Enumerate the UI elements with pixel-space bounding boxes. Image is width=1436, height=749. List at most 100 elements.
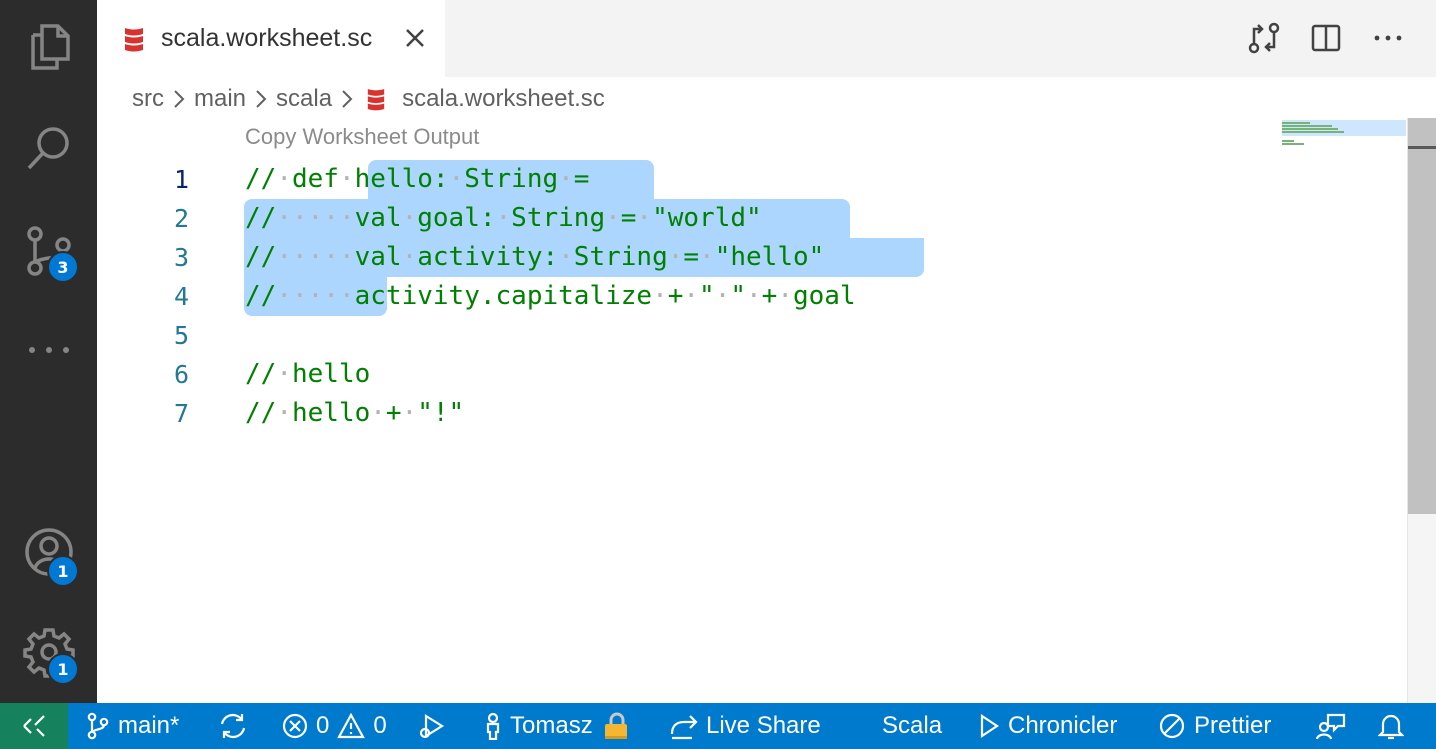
minimap-line: [1282, 143, 1304, 145]
code-editor[interactable]: Copy Worksheet Output 1 //·def·hello:·St…: [97, 118, 1407, 703]
sync-button[interactable]: [218, 703, 248, 749]
code-text: //·····activity.capitalize·+·"·"·+·goal: [245, 281, 856, 311]
open-changes-button[interactable]: [1244, 18, 1284, 58]
minimap-line: [1282, 140, 1294, 142]
breadcrumb-item-src[interactable]: src: [130, 85, 166, 113]
error-count: 0: [316, 712, 330, 739]
search-button[interactable]: [0, 104, 97, 194]
more-icon: [28, 347, 69, 353]
tab-bar: scala.worksheet.sc: [97, 0, 1436, 77]
chevron-right-icon: [334, 89, 360, 109]
feedback-button[interactable]: [1316, 703, 1346, 749]
debug-button[interactable]: [416, 703, 446, 749]
source-control-badge: 3: [47, 251, 79, 283]
breadcrumb-item-main[interactable]: main: [192, 85, 248, 113]
live-share-button[interactable]: Live Share: [668, 703, 821, 749]
scrollbar-thumb[interactable]: [1408, 118, 1436, 514]
warning-count: 0: [373, 712, 387, 739]
copy-worksheet-output-codelens[interactable]: Copy Worksheet Output: [245, 124, 479, 150]
remote-indicator-button[interactable]: [0, 703, 68, 749]
branch-name: main*: [118, 712, 180, 739]
more-views-button[interactable]: [0, 305, 97, 395]
code-text: //·····val·goal:·String·=·"world": [245, 203, 762, 233]
feedback-icon: [1316, 713, 1346, 740]
minimap-line: [1282, 128, 1338, 130]
scrollbar-cursor-marker: [1408, 146, 1436, 149]
sync-icon: [220, 713, 246, 739]
scala-icon: [366, 87, 386, 111]
tab-title: scala.worksheet.sc: [161, 24, 373, 52]
code-line: 6 //·hello: [97, 355, 1277, 394]
prettier-label: Prettier: [1194, 712, 1272, 739]
code-line: 3 //·····val·activity:·String·=·"hello": [97, 238, 1277, 277]
breadcrumb: src main scala scala.worksheet.sc: [130, 80, 607, 118]
remote-icon: [23, 715, 45, 737]
split-editor-icon: [1311, 24, 1341, 52]
minimap-line: [1282, 122, 1310, 124]
problems-button[interactable]: 0 0: [282, 703, 387, 749]
prettier-button[interactable]: Prettier: [1158, 703, 1271, 749]
activity-bar: 3 1 1: [0, 0, 97, 703]
line-number: 7: [173, 399, 189, 428]
chronicler-button[interactable]: Chronicler: [978, 703, 1117, 749]
more-actions-button[interactable]: [1368, 18, 1408, 58]
explorer-button[interactable]: [0, 2, 97, 92]
chevron-right-icon: [248, 89, 274, 109]
code-line: 1 //·def·hello:·String·=: [97, 160, 1277, 199]
manage-badge: 1: [47, 653, 79, 685]
tab-close-button[interactable]: [399, 22, 431, 54]
tab-scala-worksheet[interactable]: scala.worksheet.sc: [97, 0, 445, 77]
more-actions-icon: [1374, 35, 1402, 41]
code-text: //·def·hello:·String·=: [245, 164, 590, 194]
user-button[interactable]: Tomasz: [484, 703, 631, 749]
debug-run-icon: [419, 714, 445, 739]
minimap[interactable]: [1282, 118, 1406, 703]
open-changes-icon: [1248, 22, 1280, 54]
line-number: 4: [173, 282, 189, 311]
editor-actions: [1244, 18, 1408, 58]
language-label: Scala: [882, 712, 943, 739]
vertical-scrollbar[interactable]: [1407, 118, 1436, 703]
live-share-icon: [670, 715, 698, 740]
person-icon: [486, 712, 500, 740]
status-bar: main* 0 0 Tomasz Live Share Scala Chroni…: [0, 703, 1436, 749]
live-share-label: Live Share: [706, 712, 821, 739]
error-icon: [282, 713, 308, 739]
breadcrumb-item-scala[interactable]: scala: [274, 85, 334, 113]
chronicler-label: Chronicler: [1008, 712, 1118, 739]
line-number: 2: [173, 204, 189, 233]
bell-icon: [1378, 714, 1404, 740]
code-line: 5: [97, 316, 1277, 355]
prohibited-icon: [1159, 713, 1185, 739]
manage-button[interactable]: [0, 607, 97, 697]
notifications-button[interactable]: [1378, 703, 1404, 749]
line-number: 5: [173, 321, 189, 350]
line-number: 6: [173, 360, 189, 389]
minimap-line: [1282, 125, 1332, 127]
lock-icon: [604, 712, 627, 739]
code-text: //·hello: [245, 359, 371, 389]
git-branch-icon: [87, 712, 109, 740]
accounts-badge: 1: [47, 555, 79, 587]
breadcrumb-item-file[interactable]: scala.worksheet.sc: [400, 85, 607, 113]
source-control-button[interactable]: [0, 206, 97, 296]
minimap-line: [1282, 131, 1344, 133]
search-icon: [27, 127, 69, 170]
language-mode-button[interactable]: Scala: [882, 703, 942, 749]
files-icon: [30, 24, 70, 70]
split-editor-button[interactable]: [1306, 18, 1346, 58]
accounts-button[interactable]: [0, 507, 97, 597]
scala-icon: [125, 27, 143, 51]
play-icon: [980, 713, 999, 739]
branch-button[interactable]: main*: [86, 703, 179, 749]
code-line: 4 //·····activity.capitalize·+·"·"·+·goa…: [97, 277, 1277, 316]
code-text: //·hello·+·"!": [245, 398, 465, 428]
line-number: 3: [173, 243, 189, 272]
line-number: 1: [173, 165, 189, 194]
user-name: Tomasz: [510, 712, 593, 739]
code-line: 2 //·····val·goal:·String·=·"world": [97, 199, 1277, 238]
chevron-right-icon: [166, 89, 192, 109]
warning-icon: [337, 713, 366, 739]
code-text: //·····val·activity:·String·=·"hello": [245, 242, 825, 272]
close-icon: [406, 29, 424, 47]
